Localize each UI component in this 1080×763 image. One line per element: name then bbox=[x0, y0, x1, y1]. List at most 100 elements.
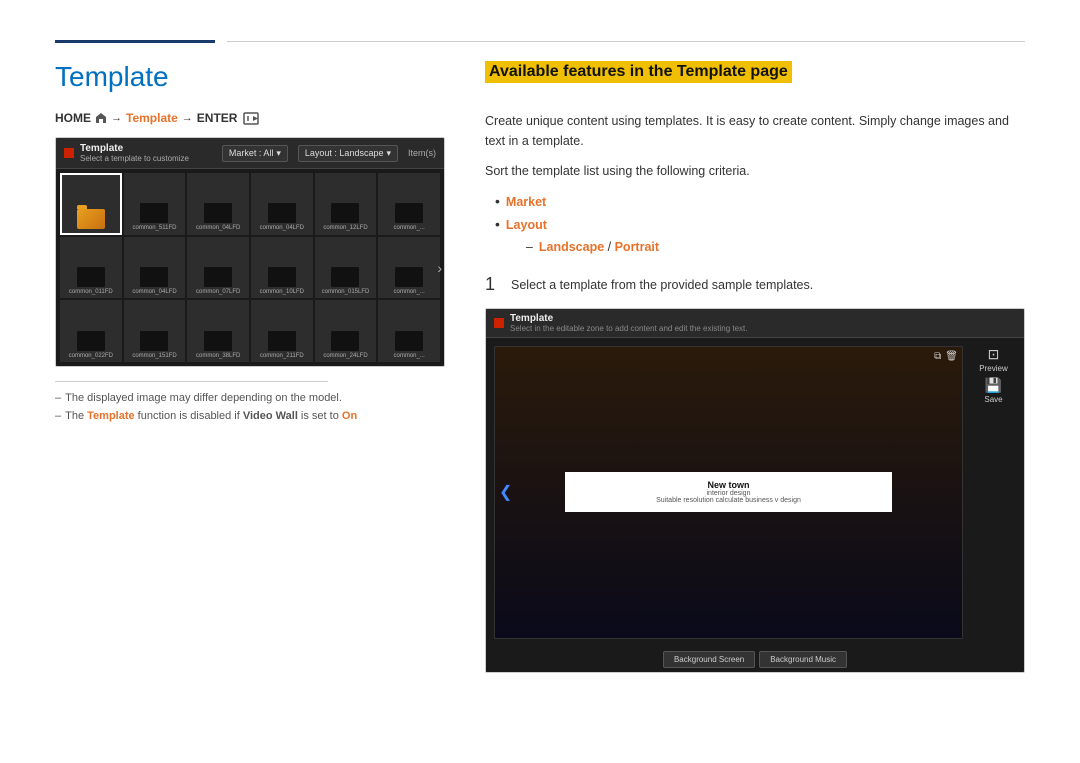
screen-icon bbox=[204, 331, 232, 351]
table-row[interactable]: common_04LFD bbox=[187, 173, 249, 235]
copy-icon[interactable]: ⧉ bbox=[934, 351, 941, 362]
table-row[interactable]: common_04LFD bbox=[124, 237, 186, 299]
section-title: Available features in the Template page bbox=[485, 61, 792, 83]
top-rule-line bbox=[227, 41, 1025, 42]
screen-icon bbox=[140, 267, 168, 287]
mockup-header-left: Template Select a template to customize bbox=[64, 143, 189, 163]
page-title: Template bbox=[55, 61, 445, 93]
breadcrumb-home: HOME bbox=[55, 111, 91, 125]
table-row[interactable]: common_... bbox=[378, 173, 440, 235]
table-row[interactable]: common_04LFD bbox=[251, 173, 313, 235]
preview-tagline: Suitable resolution calculate business v… bbox=[573, 497, 884, 504]
thumb-label-5: common_... bbox=[393, 225, 424, 232]
screen-icon bbox=[268, 331, 296, 351]
sort-text: Sort the template list using the followi… bbox=[485, 161, 1025, 181]
right-mockup-header: Template Select in the editable zone to … bbox=[486, 309, 1024, 338]
thumb-label-16: common_24LFD bbox=[323, 353, 367, 360]
preview-bottom-buttons: Background Screen Background Music bbox=[486, 647, 1024, 672]
right-mockup-body: ⧉ 🗑 ❮ New town interior design Suitable … bbox=[486, 338, 1024, 647]
breadcrumb-arrow1: → bbox=[111, 112, 122, 124]
thumb-label-12: common_022FD bbox=[69, 353, 113, 360]
screen-icon bbox=[204, 267, 232, 287]
right-mockup-title: Template bbox=[510, 313, 748, 324]
screen-icon bbox=[77, 267, 105, 287]
description-text: Create unique content using templates. I… bbox=[485, 111, 1025, 151]
layout-label: Layout : Landscape bbox=[305, 148, 384, 158]
top-rule bbox=[55, 40, 1025, 43]
screen-icon bbox=[140, 331, 168, 351]
note-2: – The Template function is disabled if V… bbox=[55, 408, 445, 426]
breadcrumb-enter: ENTER bbox=[197, 111, 238, 125]
right-mockup-sidebar: ⊡ Preview 💾 Save bbox=[971, 346, 1016, 639]
thumb-label-10: common_015LFD bbox=[322, 289, 370, 296]
preview-btn-label: Preview bbox=[979, 364, 1007, 373]
enter-icon bbox=[243, 112, 261, 125]
preview-icon: ⊡ bbox=[979, 346, 1007, 363]
left-panel: Template HOME → Template → ENTER T bbox=[55, 61, 445, 673]
background-music-btn[interactable]: Background Music bbox=[759, 651, 847, 668]
thumb-label-15: common_211FD bbox=[260, 353, 304, 360]
home-icon bbox=[95, 112, 107, 124]
thumb-label-1: common_511FD bbox=[133, 225, 177, 232]
mockup-logo-square bbox=[64, 148, 74, 158]
screen-icon bbox=[204, 203, 232, 223]
screen-icon bbox=[268, 267, 296, 287]
layout-dropdown[interactable]: Layout : Landscape ▾ bbox=[298, 145, 398, 162]
mockup-header: Template Select a template to customize … bbox=[56, 138, 444, 169]
table-row[interactable]: common_12LFD bbox=[315, 173, 377, 235]
market-label: Market : All bbox=[229, 148, 274, 158]
notes-section: – The displayed image may differ dependi… bbox=[55, 381, 445, 425]
breadcrumb: HOME → Template → ENTER bbox=[55, 111, 445, 125]
background-screen-btn[interactable]: Background Screen bbox=[663, 651, 755, 668]
step-number-1: 1 bbox=[485, 273, 501, 296]
mockup-title: Template bbox=[80, 143, 189, 154]
table-row[interactable]: common_... bbox=[378, 237, 440, 299]
table-row[interactable]: common_38LFD bbox=[187, 300, 249, 362]
table-row[interactable]: common_211FD bbox=[251, 300, 313, 362]
preview-sidebar-btn[interactable]: ⊡ Preview bbox=[979, 346, 1007, 373]
table-row[interactable]: common_... bbox=[378, 300, 440, 362]
landscape-portrait-label: Landscape / Portrait bbox=[539, 236, 659, 259]
preview-title: New town bbox=[573, 480, 884, 490]
save-sidebar-btn[interactable]: 💾 Save bbox=[984, 377, 1002, 404]
right-panel: Available features in the Template page … bbox=[485, 61, 1025, 673]
table-row[interactable]: common_015LFD bbox=[315, 237, 377, 299]
table-row[interactable]: common_24LFD bbox=[315, 300, 377, 362]
preview-icons-top: ⧉ 🗑 bbox=[934, 351, 958, 362]
thumb-label-6: common_011FD bbox=[69, 289, 113, 296]
step-1-row: 1 Select a template from the provided sa… bbox=[485, 273, 1025, 296]
next-arrow-icon[interactable]: › bbox=[437, 260, 442, 276]
save-icon: 💾 bbox=[984, 377, 1002, 394]
template-mockup: Template Select a template to customize … bbox=[55, 137, 445, 367]
preview-subtitle: interior design bbox=[573, 490, 884, 497]
items-label: Item(s) bbox=[408, 148, 436, 158]
screen-icon bbox=[395, 331, 423, 351]
delete-icon[interactable]: 🗑 bbox=[945, 351, 958, 362]
note-1: – The displayed image may differ dependi… bbox=[55, 390, 445, 408]
note-on-highlight: On bbox=[342, 410, 357, 422]
screen-icon bbox=[331, 331, 359, 351]
table-row[interactable]: common_022FD bbox=[60, 300, 122, 362]
table-row[interactable]: common_07LFD bbox=[187, 237, 249, 299]
prev-arrow-icon[interactable]: ❮ bbox=[499, 482, 512, 502]
thumb-label-8: common_07LFD bbox=[196, 289, 240, 296]
note-template-highlight: Template bbox=[87, 410, 134, 422]
save-btn-label: Save bbox=[984, 395, 1002, 404]
section-title-wrapper: Available features in the Template page bbox=[485, 61, 1025, 97]
table-row[interactable]: common_10LFD bbox=[251, 237, 313, 299]
table-row[interactable]: common_151FD bbox=[124, 300, 186, 362]
screen-icon bbox=[268, 203, 296, 223]
market-bullet-label: Market bbox=[506, 191, 546, 214]
screen-icon bbox=[395, 267, 423, 287]
folder-icon bbox=[77, 209, 105, 229]
thumb-folder[interactable] bbox=[60, 173, 122, 235]
table-row[interactable]: common_511FD bbox=[124, 173, 186, 235]
screen-icon bbox=[77, 331, 105, 351]
table-row[interactable]: common_011FD bbox=[60, 237, 122, 299]
top-rule-accent bbox=[55, 40, 215, 43]
market-dropdown[interactable]: Market : All ▾ bbox=[222, 145, 288, 162]
right-mockup-logo-square bbox=[494, 318, 504, 328]
template-mockup-right: Template Select in the editable zone to … bbox=[485, 308, 1025, 673]
right-mockup-subtitle: Select in the editable zone to add conte… bbox=[510, 324, 748, 333]
list-item-market: • Market bbox=[495, 191, 1025, 214]
